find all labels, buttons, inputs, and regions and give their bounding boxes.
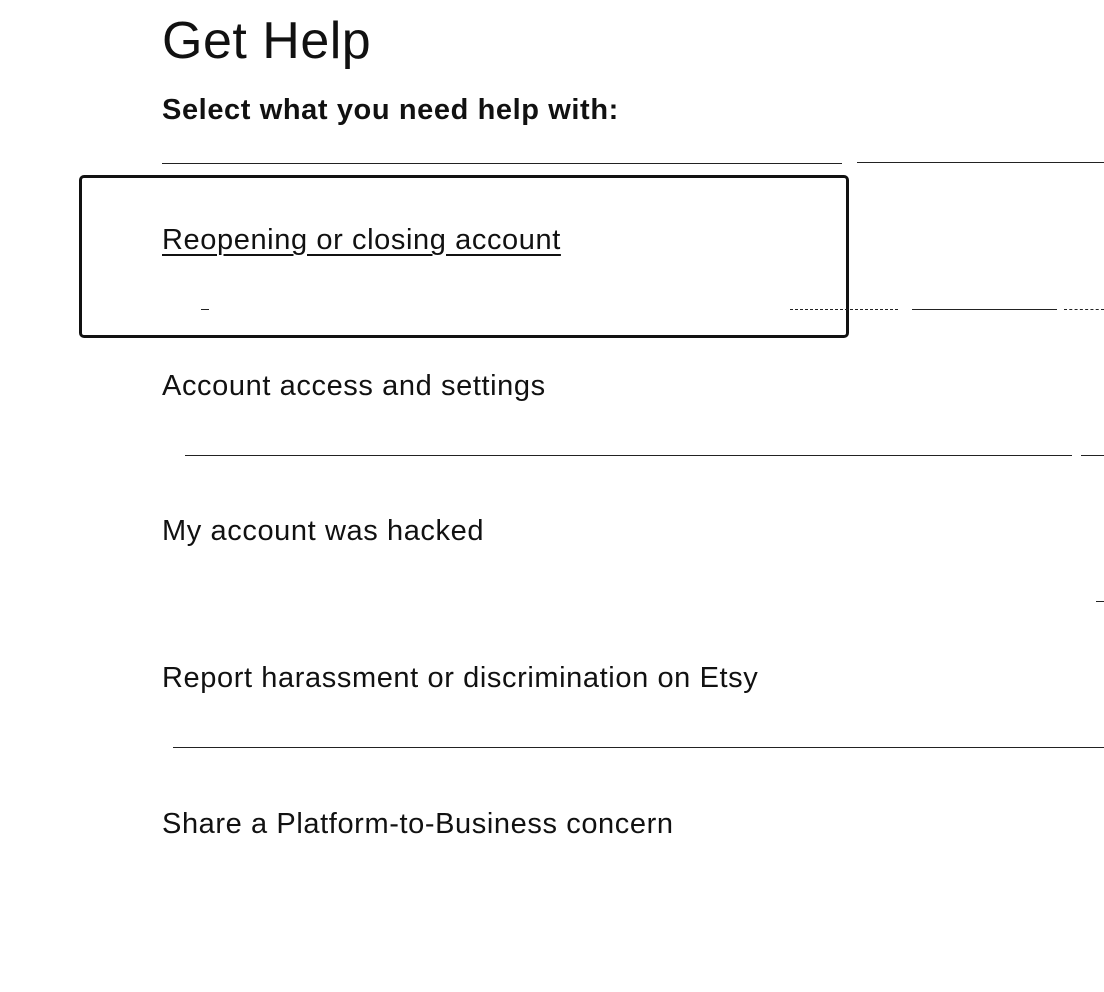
help-option-reopening-closing-account[interactable]: Reopening or closing account	[162, 222, 561, 258]
divider	[790, 309, 898, 310]
help-option-account-hacked[interactable]: My account was hacked	[162, 513, 484, 549]
divider	[173, 747, 1104, 748]
divider	[912, 309, 1057, 310]
help-option-report-harassment[interactable]: Report harassment or discrimination on E…	[162, 660, 758, 696]
page-title: Get Help	[162, 12, 372, 70]
help-option-platform-to-business-concern[interactable]: Share a Platform-to-Business concern	[162, 806, 674, 842]
page-subtitle: Select what you need help with:	[162, 94, 619, 126]
divider	[162, 163, 842, 164]
divider-fragment	[1096, 601, 1104, 602]
divider	[857, 162, 1104, 163]
divider-fragment	[201, 309, 209, 310]
help-option-account-access-settings[interactable]: Account access and settings	[162, 368, 546, 404]
divider	[1064, 309, 1104, 310]
divider	[185, 455, 1072, 456]
get-help-page: Get Help Select what you need help with:…	[0, 0, 1104, 992]
divider	[1081, 455, 1104, 456]
